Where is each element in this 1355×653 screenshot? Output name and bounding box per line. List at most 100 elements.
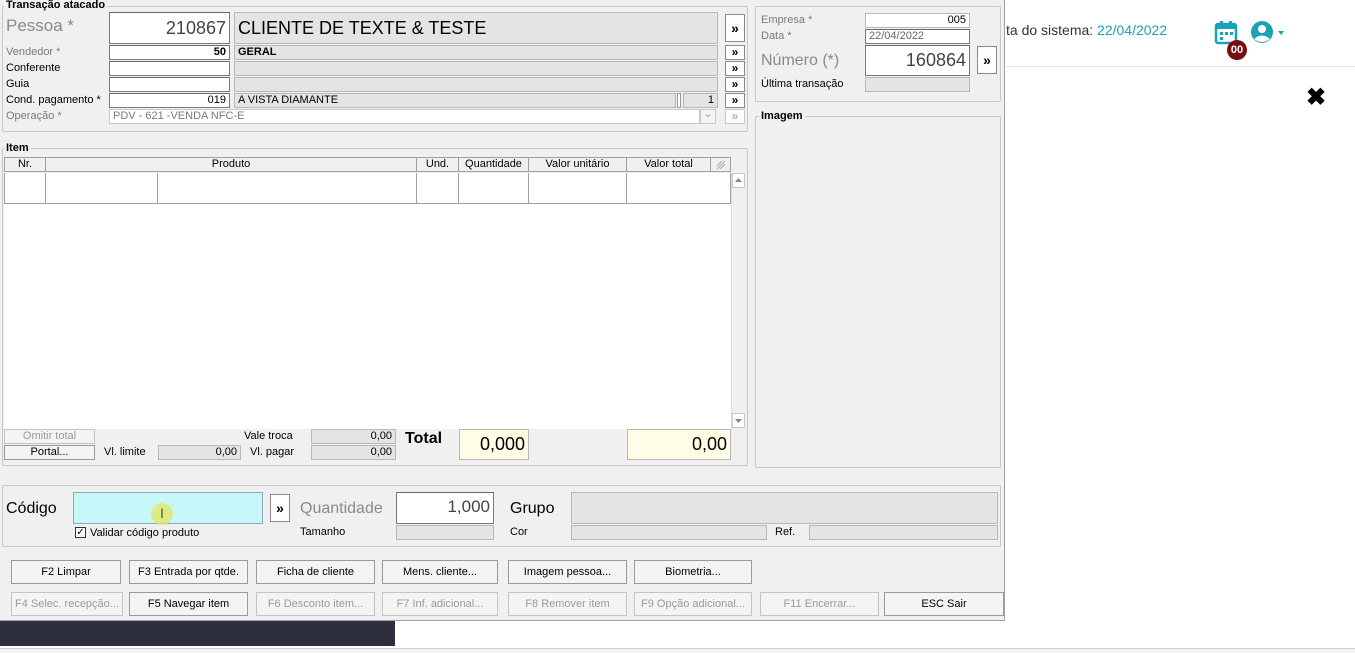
- scroll-up-icon[interactable]: [732, 173, 745, 188]
- quantidade-input[interactable]: 1,000: [396, 492, 494, 524]
- vale-troca-label: Vale troca: [244, 430, 293, 442]
- scroll-down-icon[interactable]: [732, 413, 745, 428]
- f9-opcao-adicional-button: F9 Opção adicional...: [634, 592, 752, 616]
- numero-field[interactable]: 160864: [865, 45, 970, 76]
- data-field[interactable]: 22/04/2022: [865, 29, 970, 44]
- transaction-group-title: Transação atacado: [4, 0, 108, 11]
- table-row[interactable]: [4, 173, 46, 204]
- f11-encerrar-button: F11 Encerrar...: [760, 592, 879, 616]
- imagem-group-title: Imagem: [759, 110, 805, 122]
- col-header-nr[interactable]: Nr.: [4, 157, 46, 172]
- esc-sair-button[interactable]: ESC Sair: [884, 592, 1004, 616]
- items-table-body[interactable]: [4, 173, 731, 429]
- validar-checkbox[interactable]: ✓: [75, 527, 86, 538]
- empresa-field: 005: [865, 13, 970, 28]
- vl-limite-label: Vl. limite: [104, 446, 146, 458]
- item-group-title: Item: [4, 142, 31, 154]
- close-icon[interactable]: ✖: [1306, 84, 1326, 112]
- col-header-produto[interactable]: Produto: [46, 157, 417, 172]
- f5-navegar-item-button[interactable]: F5 Navegar item: [129, 592, 248, 616]
- ultima-transacao-field: [865, 77, 970, 92]
- mens-cliente-button[interactable]: Mens. cliente...: [382, 560, 498, 584]
- ultima-transacao-label: Última transação: [761, 78, 844, 90]
- vendedor-search-button[interactable]: »: [725, 45, 745, 60]
- cor-field: [571, 525, 767, 540]
- f8-remover-item-button: F8 Remover item: [508, 592, 627, 616]
- vendedor-code-field[interactable]: 50: [109, 45, 230, 60]
- f7-inf-adicional-button: F7 Inf. adicional...: [382, 592, 498, 616]
- f2-limpar-button[interactable]: F2 Limpar: [11, 560, 121, 584]
- table-row[interactable]: [627, 173, 731, 204]
- pessoa-name-field: CLIENTE DE TEXTE & TESTE: [234, 12, 718, 44]
- validar-label[interactable]: Validar código produto: [90, 527, 199, 540]
- omitir-total-button: Omitir total: [4, 429, 95, 444]
- codigo-label: Código: [6, 500, 57, 517]
- cond-pagamento-label: Cond. pagamento *: [6, 94, 101, 106]
- conferente-search-button[interactable]: »: [725, 61, 745, 76]
- vale-troca-field: 0,00: [311, 429, 396, 444]
- system-date-label: ta do sistema: 22/04/2022: [1006, 22, 1167, 38]
- operacao-label: Operação *: [6, 110, 62, 122]
- f3-entrada-qtde-button[interactable]: F3 Entrada por qtde.: [129, 560, 248, 584]
- cond-pagamento-code-field[interactable]: 019: [109, 93, 230, 108]
- operacao-select[interactable]: PDV - 621 -VENDA NFC-E: [109, 109, 700, 124]
- pessoa-code-field[interactable]: 210867: [109, 12, 230, 44]
- pessoa-search-button[interactable]: »: [725, 14, 745, 42]
- total-qty-field: 0,000: [459, 429, 529, 460]
- portal-button[interactable]: Portal...: [4, 445, 95, 460]
- table-row[interactable]: [158, 173, 417, 204]
- quantidade-label: Quantidade: [300, 500, 383, 517]
- ref-field: [809, 525, 998, 540]
- bottom-border: [0, 648, 1355, 653]
- col-settings-icon[interactable]: [711, 157, 731, 172]
- items-scrollbar[interactable]: [731, 173, 746, 429]
- conferente-code-field[interactable]: [109, 61, 230, 76]
- vl-limite-field: 0,00: [158, 445, 241, 460]
- col-header-und[interactable]: Und.: [417, 157, 459, 172]
- table-row[interactable]: [46, 173, 158, 204]
- cor-label: Cor: [510, 526, 528, 538]
- col-header-quantidade[interactable]: Quantidade: [459, 157, 529, 172]
- cond-pagamento-splitter: [677, 93, 681, 108]
- total-label: Total: [405, 430, 443, 447]
- col-header-valor-total[interactable]: Valor total: [627, 157, 711, 172]
- table-row[interactable]: [417, 173, 459, 204]
- biometria-button[interactable]: Biometria...: [634, 560, 752, 584]
- taskbar-strip: [0, 621, 395, 646]
- system-date-value: 22/04/2022: [1097, 22, 1168, 38]
- imagem-group: [755, 116, 1001, 468]
- tamanho-field: [396, 525, 494, 540]
- codigo-search-button[interactable]: »: [270, 494, 290, 522]
- guia-code-field[interactable]: [109, 77, 230, 92]
- table-row[interactable]: [529, 173, 627, 204]
- f4-selec-recepcao-button: F4 Selec. recepção...: [11, 592, 123, 616]
- vl-pagar-label: Vl. pagar: [250, 446, 295, 458]
- numero-search-button[interactable]: »: [977, 46, 997, 74]
- data-label: Data *: [761, 30, 792, 42]
- grupo-label: Grupo: [510, 500, 555, 517]
- empresa-label: Empresa *: [761, 14, 813, 26]
- ficha-cliente-button[interactable]: Ficha de cliente: [256, 560, 375, 584]
- table-row[interactable]: [459, 173, 529, 204]
- vl-pagar-field: 0,00: [311, 445, 396, 460]
- cond-pagamento-search-button[interactable]: »: [725, 93, 745, 108]
- numero-label: Número (*): [761, 52, 840, 69]
- system-date-label-text: ta do sistema:: [1006, 22, 1094, 38]
- guia-label: Guia: [6, 78, 30, 90]
- total-value-field: 0,00: [627, 429, 731, 460]
- text-cursor-icon: I: [151, 503, 173, 525]
- pessoa-label: Pessoa *: [6, 16, 75, 35]
- notification-badge: 00: [1227, 40, 1247, 60]
- header-divider: [1006, 66, 1355, 67]
- col-header-valor-unitario[interactable]: Valor unitário: [529, 157, 627, 172]
- vendedor-name-field: GERAL: [234, 45, 718, 60]
- operacao-dropdown-icon[interactable]: ⌄: [700, 109, 716, 124]
- cond-pagamento-name-field: A VISTA DIAMANTE: [234, 93, 676, 108]
- imagem-pessoa-button[interactable]: Imagem pessoa...: [508, 560, 627, 584]
- cond-pagamento-parcelas-field: 1: [683, 93, 718, 108]
- user-avatar-icon[interactable]: [1250, 20, 1288, 46]
- grupo-field: [571, 492, 998, 524]
- guia-search-button[interactable]: »: [725, 77, 745, 92]
- tamanho-label: Tamanho: [300, 526, 346, 538]
- vendedor-label: Vendedor *: [6, 46, 61, 58]
